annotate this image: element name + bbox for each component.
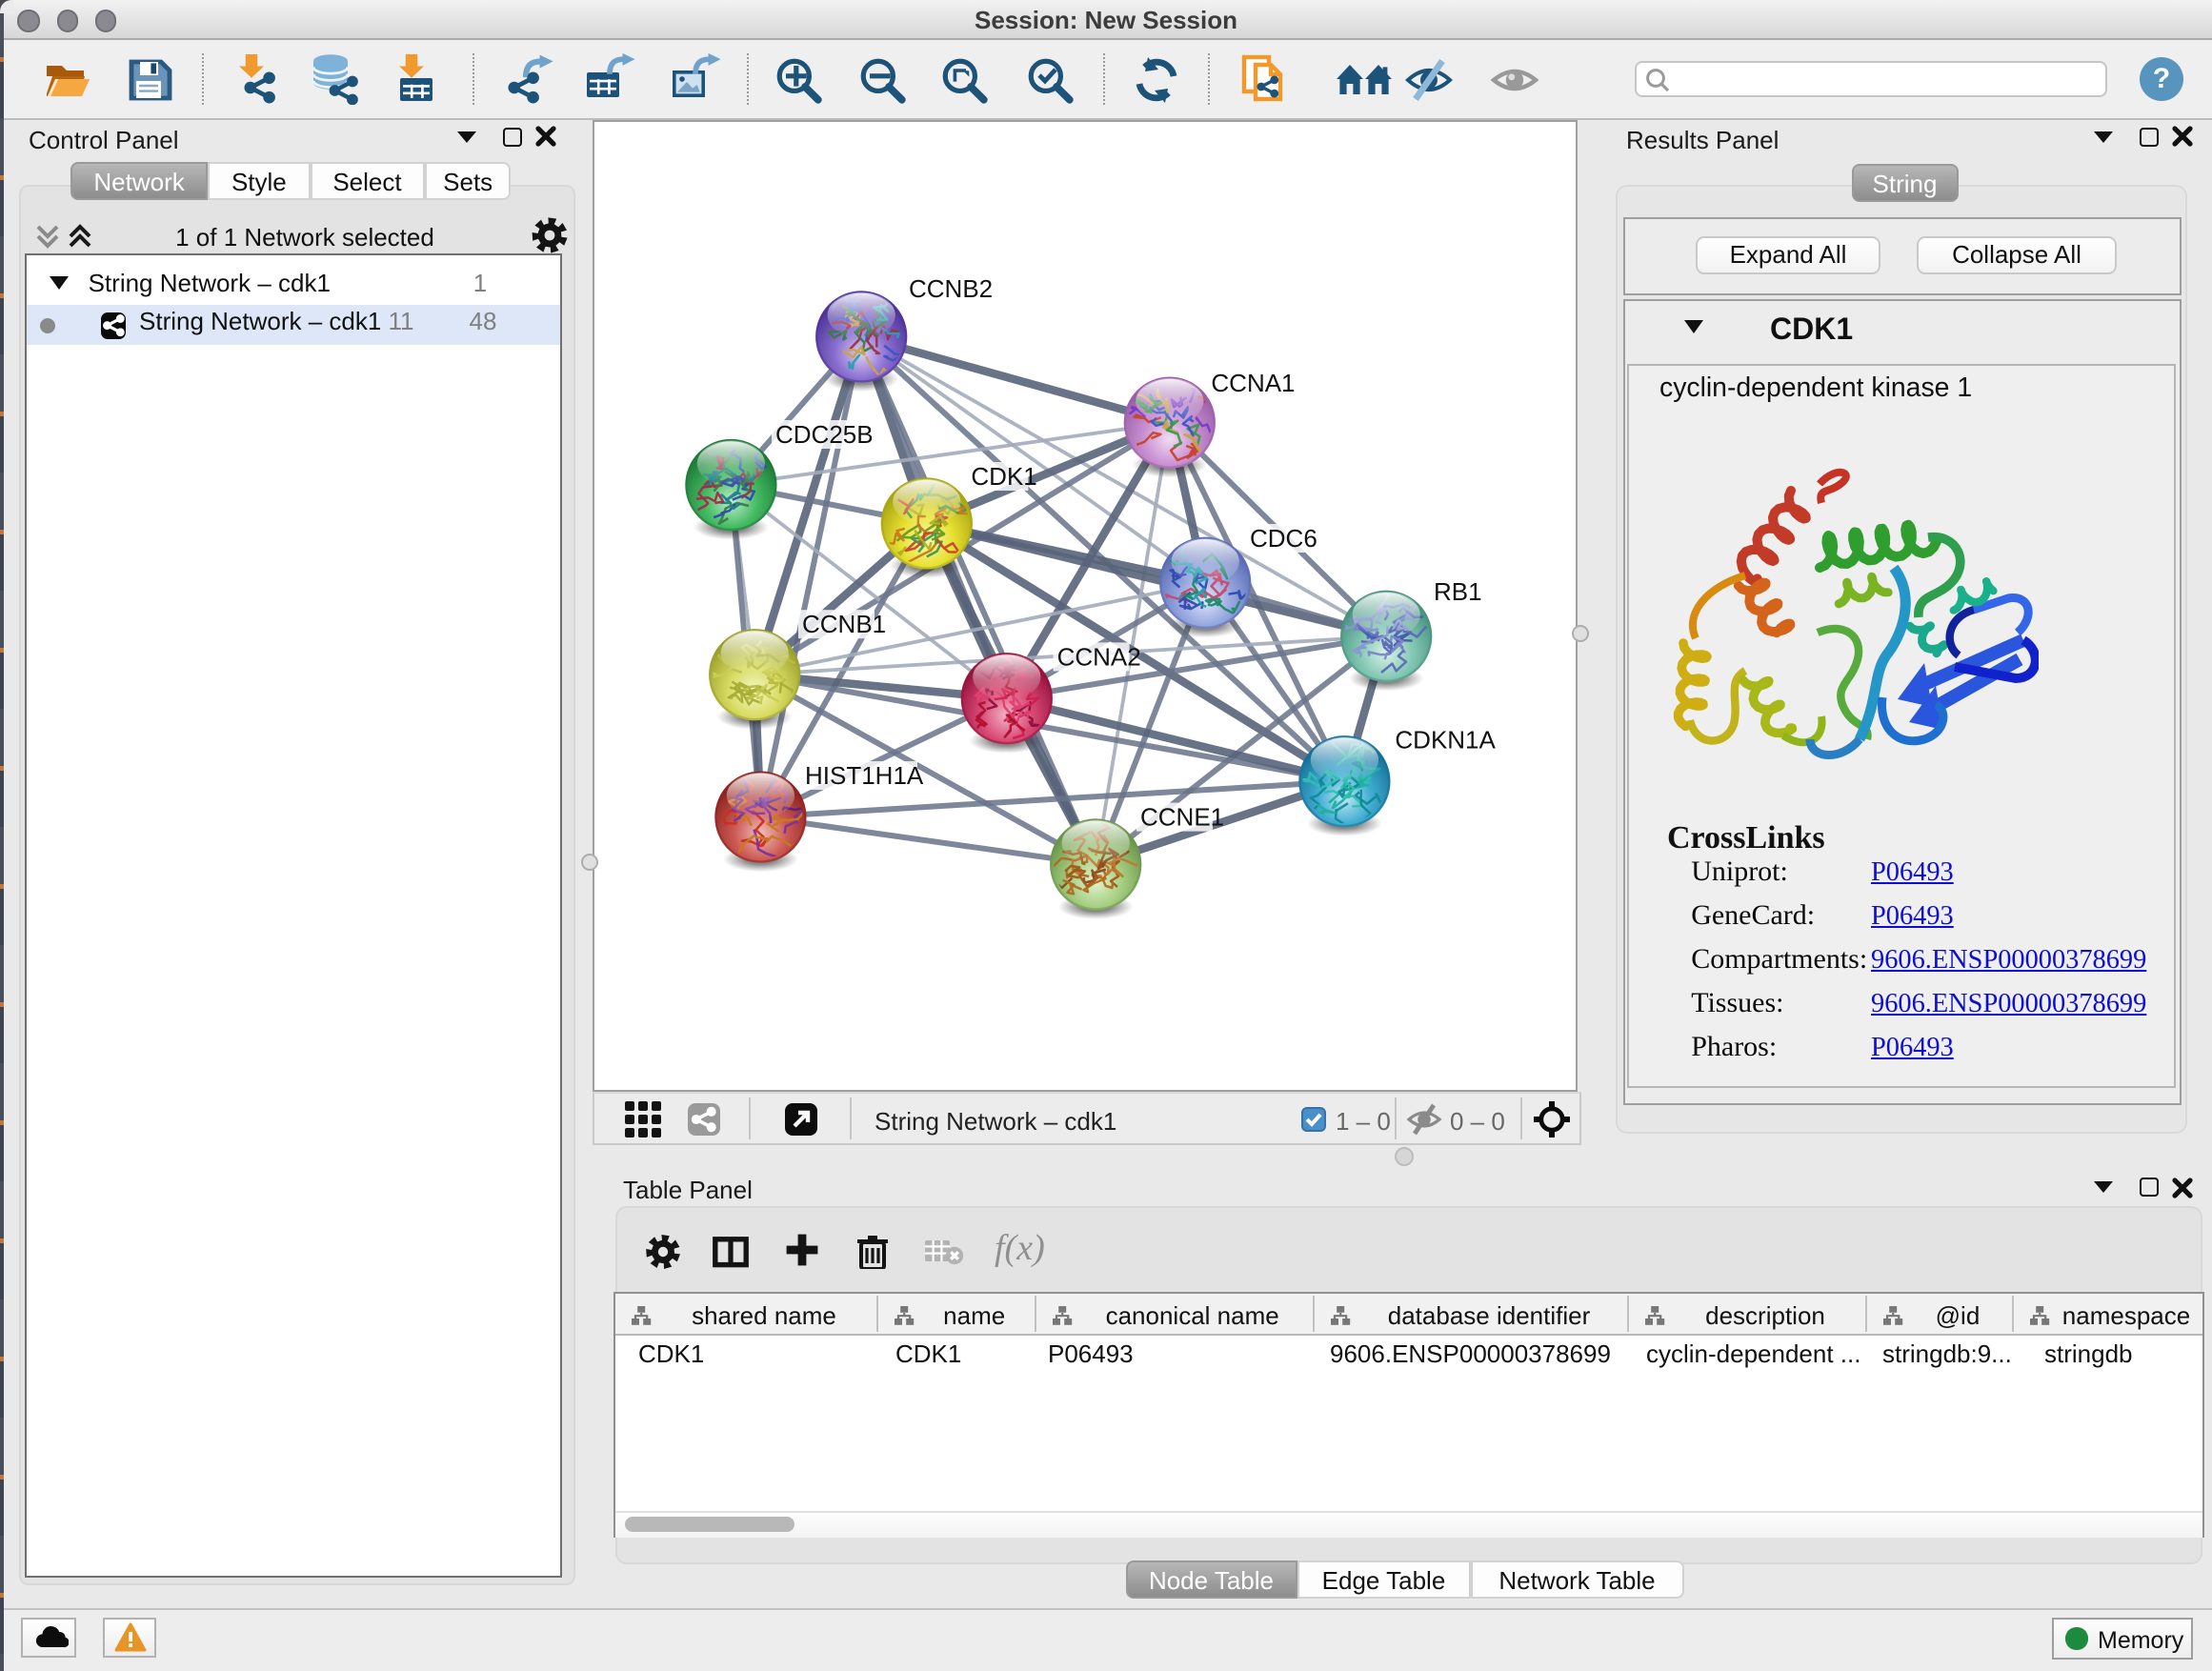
svg-text:CCNB2: CCNB2: [908, 274, 992, 303]
svg-text:CDC6: CDC6: [1249, 524, 1317, 553]
svg-text:CDK1: CDK1: [970, 462, 1036, 491]
svg-text:CCNE1: CCNE1: [1139, 803, 1223, 832]
svg-text:RB1: RB1: [1433, 577, 1481, 606]
svg-text:CCNA1: CCNA1: [1210, 369, 1294, 397]
svg-text:CCNB1: CCNB1: [801, 610, 885, 638]
svg-text:HIST1H1A: HIST1H1A: [804, 761, 923, 790]
svg-text:CDKN1A: CDKN1A: [1394, 726, 1495, 755]
svg-text:CDC25B: CDC25B: [774, 420, 873, 449]
svg-text:CCNA2: CCNA2: [1056, 642, 1140, 671]
